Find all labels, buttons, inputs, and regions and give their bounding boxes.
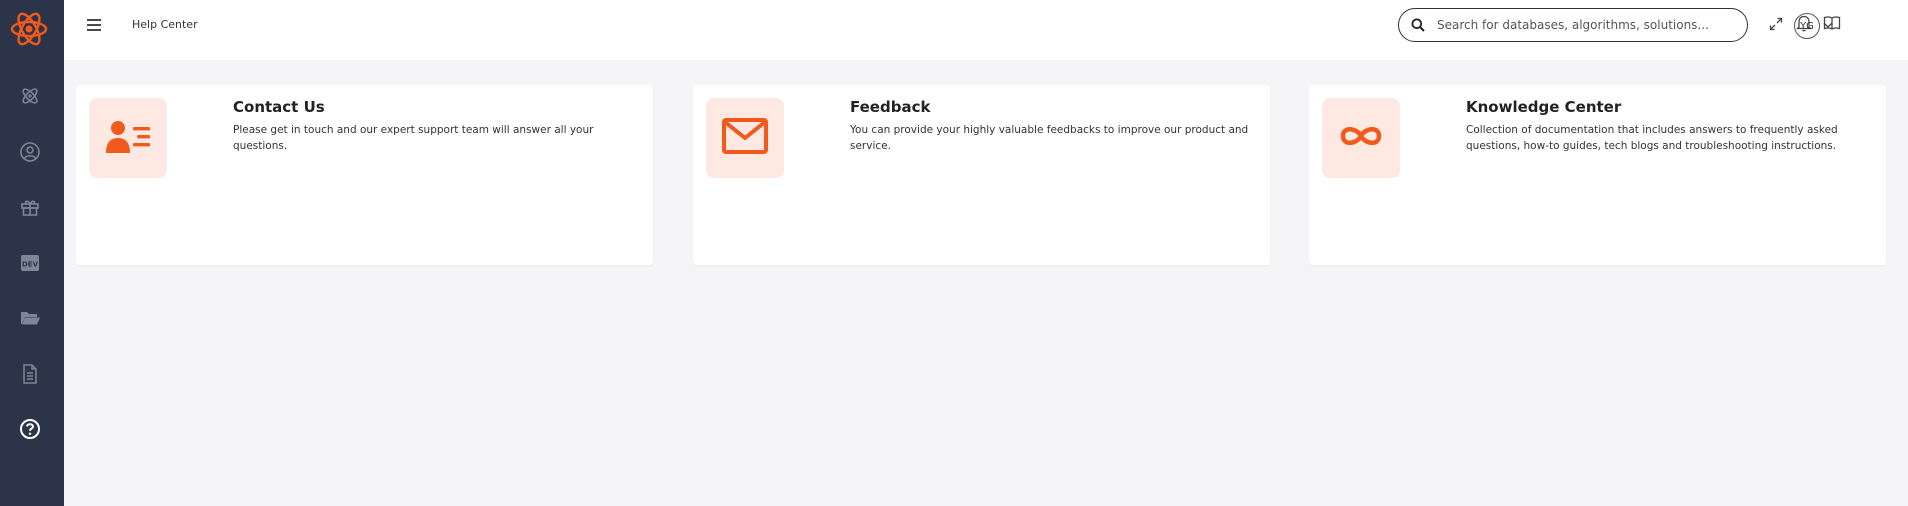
sidebar: DEV — [0, 0, 64, 506]
hamburger-icon — [86, 17, 102, 36]
card-icon-tile — [706, 98, 784, 178]
dev-icon: DEV — [19, 252, 41, 278]
infinity-icon — [1337, 122, 1385, 154]
card-title: Feedback — [850, 98, 931, 116]
sidebar-item-dev[interactable]: DEV — [14, 249, 46, 281]
search-bar[interactable] — [1398, 8, 1748, 42]
help-circle-icon — [19, 418, 41, 444]
document-icon — [19, 363, 41, 389]
dev-icon-label: DEV — [22, 261, 39, 269]
expand-icon — [1769, 16, 1783, 35]
user-circle-icon — [19, 141, 41, 167]
sidebar-item-profile[interactable] — [14, 138, 46, 170]
envelope-icon — [721, 116, 769, 160]
card-description: You can provide your highly valuable fee… — [850, 124, 1249, 152]
atom-icon — [19, 85, 41, 111]
chevron-down-icon[interactable] — [1822, 19, 1834, 31]
sidebar-item-gift[interactable] — [14, 193, 46, 225]
card-description: Please get in touch and our expert suppo… — [233, 124, 594, 152]
contact-card-icon — [104, 118, 152, 158]
card-icon-tile — [89, 98, 167, 178]
sidebar-item-folder[interactable] — [14, 304, 46, 336]
sidebar-item-help[interactable] — [14, 415, 46, 447]
page-title: Help Center — [132, 18, 198, 31]
search-icon — [1399, 9, 1429, 41]
card-knowledge-center[interactable]: Knowledge Center Collection of documenta… — [1309, 85, 1886, 265]
gift-icon — [19, 196, 41, 222]
sidebar-item-atom[interactable] — [14, 82, 46, 114]
search-input[interactable] — [1429, 11, 1747, 39]
folder-open-icon — [19, 307, 41, 333]
card-contact-us[interactable]: Contact Us Please get in touch and our e… — [76, 85, 653, 265]
sidebar-item-documents[interactable] — [14, 360, 46, 392]
avatar[interactable]: YG — [1794, 13, 1820, 39]
menu-toggle-button[interactable] — [82, 14, 106, 38]
app-logo-icon[interactable] — [8, 4, 50, 50]
card-feedback[interactable]: Feedback You can provide your highly val… — [693, 85, 1270, 265]
card-title: Knowledge Center — [1466, 98, 1622, 116]
fullscreen-button[interactable] — [1764, 12, 1788, 38]
card-icon-tile — [1322, 98, 1400, 178]
card-title: Contact Us — [233, 98, 325, 116]
card-description: Collection of documentation that include… — [1466, 124, 1838, 152]
top-header: Help Center YG — [64, 0, 1908, 60]
